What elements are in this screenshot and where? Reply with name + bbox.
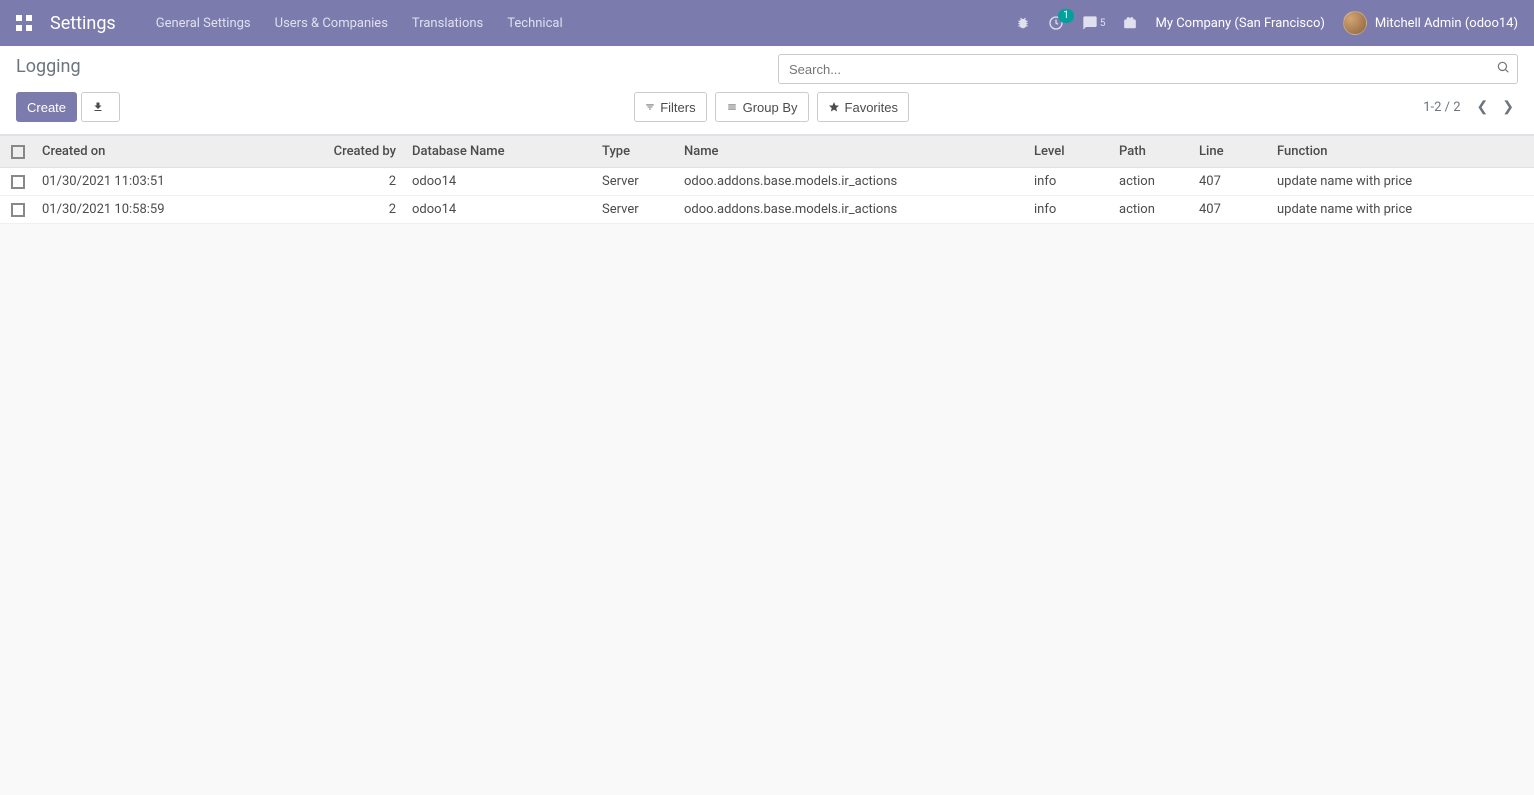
cell-type: Server: [596, 196, 678, 224]
empty-area: [0, 224, 1534, 744]
breadcrumb: Logging: [16, 54, 81, 77]
groupby-button[interactable]: Group By: [715, 92, 809, 122]
cell-created-on: 01/30/2021 11:03:51: [36, 168, 266, 196]
row-checkbox[interactable]: [11, 203, 25, 217]
row-checkbox[interactable]: [11, 175, 25, 189]
select-all-checkbox[interactable]: [11, 145, 25, 159]
systray: 1 5 My Company (San Francisco) Mitchell …: [1016, 11, 1518, 35]
log-table: Created on Created by Database Name Type…: [0, 136, 1534, 224]
table-row[interactable]: 01/30/2021 10:58:59 2 odoo14 Server odoo…: [0, 196, 1534, 224]
nav-menu: General Settings Users & Companies Trans…: [156, 16, 563, 31]
cell-created-by: 2: [266, 196, 406, 224]
user-name: Mitchell Admin (odoo14): [1375, 16, 1518, 31]
bug-icon[interactable]: [1016, 16, 1030, 30]
chat-badge: 5: [1100, 18, 1106, 29]
col-function[interactable]: Function: [1271, 136, 1534, 168]
col-database-name[interactable]: Database Name: [406, 136, 596, 168]
list-view: Created on Created by Database Name Type…: [0, 135, 1534, 224]
cell-database-name: odoo14: [406, 196, 596, 224]
col-type[interactable]: Type: [596, 136, 678, 168]
col-line[interactable]: Line: [1193, 136, 1271, 168]
cell-line: 407: [1193, 196, 1271, 224]
gift-icon[interactable]: [1123, 16, 1137, 30]
cell-created-by: 2: [266, 168, 406, 196]
groupby-label: Group By: [743, 100, 798, 115]
apps-icon[interactable]: [16, 15, 32, 31]
company-selector[interactable]: My Company (San Francisco): [1155, 16, 1324, 31]
nav-general-settings[interactable]: General Settings: [156, 16, 251, 31]
table-row[interactable]: 01/30/2021 11:03:51 2 odoo14 Server odoo…: [0, 168, 1534, 196]
cell-level: info: [1028, 196, 1113, 224]
pager-next[interactable]: ❯: [1498, 95, 1518, 119]
export-button[interactable]: [81, 92, 120, 122]
pager-prev[interactable]: ❮: [1473, 95, 1493, 119]
cell-path: action: [1113, 168, 1193, 196]
activity-badge: 1: [1058, 9, 1074, 23]
search-input[interactable]: [778, 54, 1518, 84]
cell-path: action: [1113, 196, 1193, 224]
chat-icon[interactable]: 5: [1082, 15, 1106, 31]
pager: 1-2 / 2 ❮ ❯: [1423, 95, 1518, 119]
activity-icon[interactable]: 1: [1048, 15, 1064, 31]
top-nav: Settings General Settings Users & Compan…: [0, 0, 1534, 46]
control-panel: Logging Create Filters Group By: [0, 46, 1534, 135]
filters-button[interactable]: Filters: [634, 92, 706, 122]
cell-function: update name with price: [1271, 168, 1534, 196]
col-level[interactable]: Level: [1028, 136, 1113, 168]
col-path[interactable]: Path: [1113, 136, 1193, 168]
cell-level: info: [1028, 168, 1113, 196]
favorites-label: Favorites: [845, 100, 898, 115]
filters-label: Filters: [660, 100, 695, 115]
cell-name: odoo.addons.base.models.ir_actions: [678, 196, 1028, 224]
nav-technical[interactable]: Technical: [507, 16, 562, 31]
cell-function: update name with price: [1271, 196, 1534, 224]
cell-line: 407: [1193, 168, 1271, 196]
user-menu[interactable]: Mitchell Admin (odoo14): [1343, 11, 1518, 35]
nav-users-companies[interactable]: Users & Companies: [275, 16, 388, 31]
pager-count: 1-2 / 2: [1423, 100, 1460, 115]
col-name[interactable]: Name: [678, 136, 1028, 168]
col-created-on[interactable]: Created on: [36, 136, 266, 168]
create-button[interactable]: Create: [16, 92, 77, 122]
search-icon[interactable]: [1496, 60, 1510, 78]
cell-created-on: 01/30/2021 10:58:59: [36, 196, 266, 224]
search-wrap: [778, 54, 1518, 84]
cell-name: odoo.addons.base.models.ir_actions: [678, 168, 1028, 196]
cell-type: Server: [596, 168, 678, 196]
app-title: Settings: [50, 13, 116, 34]
nav-translations[interactable]: Translations: [412, 16, 483, 31]
cell-database-name: odoo14: [406, 168, 596, 196]
favorites-button[interactable]: Favorites: [817, 92, 909, 122]
avatar: [1343, 11, 1367, 35]
col-created-by[interactable]: Created by: [266, 136, 406, 168]
